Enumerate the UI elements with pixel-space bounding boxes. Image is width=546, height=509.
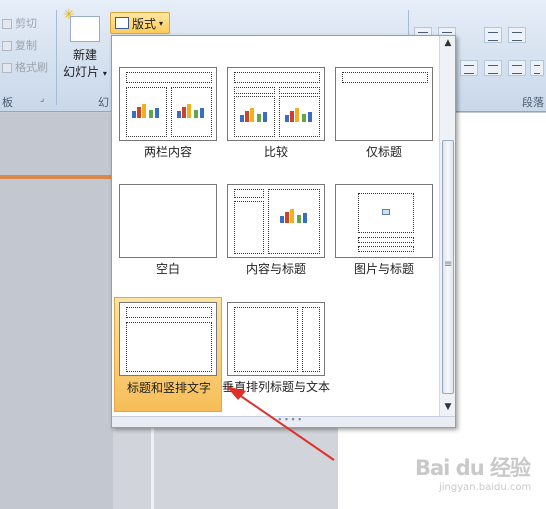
cut-label: 剪切	[15, 17, 37, 30]
layout-content-with-caption[interactable]: 内容与标题	[222, 179, 330, 294]
layout-thumbnail	[119, 67, 217, 141]
layout-label: 标题和竖排文字	[126, 381, 211, 395]
layout-thumbnail	[227, 184, 325, 258]
layout-button-label: 版式	[132, 16, 157, 31]
scissors-icon	[2, 19, 12, 29]
clipboard-group-label: 板	[2, 96, 13, 109]
copy-button[interactable]: 复制	[2, 38, 37, 54]
editor-background	[113, 428, 456, 509]
layout-two-content[interactable]: 两栏内容	[114, 62, 222, 177]
picture-icon	[382, 209, 390, 215]
slides-group-label: 幻	[98, 96, 109, 109]
format-painter-label: 格式刷	[15, 61, 48, 74]
new-slide-icon	[63, 7, 100, 42]
chevron-down-icon: ▾	[159, 18, 164, 28]
align-right-button[interactable]	[508, 60, 526, 76]
layout-gallery-dropdown: 两栏内容 比较 仅标题 空白 内容与标题 图片与标题 标题和竖排文字 垂直排列标…	[111, 35, 456, 428]
layout-thumbnail	[227, 302, 325, 376]
layout-title-only[interactable]: 仅标题	[330, 62, 438, 177]
layout-picture-with-caption[interactable]: 图片与标题	[330, 179, 438, 294]
paragraph-group-label: 段落	[522, 96, 544, 109]
layout-button[interactable]: 版式 ▾	[110, 12, 171, 34]
new-slide-label-2: 幻灯片	[63, 65, 100, 79]
slides-thumbnail-pane	[0, 113, 113, 509]
chevron-down-icon: ▾	[102, 69, 107, 78]
content-icon	[280, 209, 310, 223]
slide-edge	[151, 428, 154, 509]
scroll-thumb[interactable]	[442, 140, 454, 394]
align-center-button[interactable]	[484, 60, 502, 76]
watermark-url: jingyan.baidu.com	[439, 482, 532, 493]
layout-title-and-vertical-text[interactable]: 标题和竖排文字	[114, 297, 222, 412]
align-left-button[interactable]	[460, 60, 478, 76]
copy-label: 复制	[15, 39, 37, 52]
new-slide-label-1: 新建	[72, 48, 97, 62]
brush-icon	[2, 63, 12, 73]
layout-label: 两栏内容	[143, 145, 192, 159]
layout-label: 垂直排列标题与文本	[222, 380, 331, 394]
slide-canvas	[456, 113, 546, 509]
layout-comparison[interactable]: 比较	[222, 62, 330, 177]
content-icon	[285, 108, 315, 122]
content-icon	[240, 108, 270, 122]
layout-thumbnail	[335, 67, 433, 141]
content-icon	[132, 104, 162, 118]
watermark: Bai du 经验 jingyan.baidu.com	[415, 452, 543, 502]
watermark-logo: Bai du 经验	[415, 456, 531, 480]
layout-thumbnail	[119, 184, 217, 258]
grip-dots-icon: ∙∙∙∙	[277, 415, 304, 425]
layout-label: 图片与标题	[353, 262, 414, 276]
copy-icon	[2, 41, 12, 51]
layout-thumbnail	[227, 67, 325, 141]
layout-label: 仅标题	[365, 145, 402, 159]
format-painter-button[interactable]: 格式刷	[2, 60, 48, 76]
layout-label: 比较	[263, 145, 288, 159]
layout-icon	[115, 17, 129, 29]
layout-label: 空白	[155, 262, 180, 276]
new-slide-button[interactable]: 新建 幻灯片 ▾	[62, 7, 108, 80]
content-icon	[177, 104, 207, 118]
scroll-up-icon[interactable]: ▲	[442, 38, 454, 50]
cut-button[interactable]: 剪切	[2, 16, 37, 32]
scroll-down-icon[interactable]: ▼	[442, 402, 454, 414]
justify-button[interactable]	[530, 60, 544, 76]
layout-vertical-title-and-text[interactable]: 垂直排列标题与文本	[222, 297, 330, 412]
decrease-indent-button[interactable]	[484, 27, 502, 43]
gallery-scrollbar[interactable]: ▲ ▼	[439, 36, 455, 416]
dialog-launcher-icon[interactable]: ⌟	[40, 94, 44, 104]
selected-slide-indicator	[0, 175, 113, 179]
ribbon-separator	[56, 10, 57, 105]
layout-thumbnail	[335, 184, 433, 258]
layout-blank[interactable]: 空白	[114, 179, 222, 294]
layout-thumbnail	[119, 302, 217, 376]
increase-indent-button[interactable]	[508, 27, 526, 43]
resize-grip[interactable]: ∙∙∙∙	[112, 415, 455, 427]
layout-label: 内容与标题	[245, 262, 306, 276]
